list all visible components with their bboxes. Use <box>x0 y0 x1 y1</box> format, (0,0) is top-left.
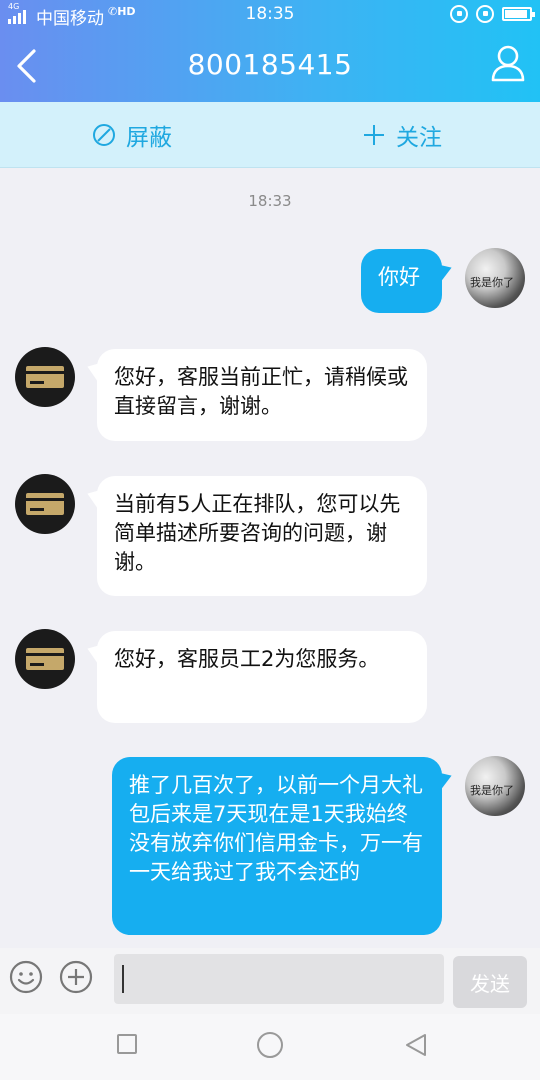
alarm-icon <box>476 5 494 23</box>
avatar-caption: 我是你了 <box>470 276 514 289</box>
rotation-lock-icon <box>450 5 468 23</box>
message-text: 你好 <box>378 265 420 289</box>
user-avatar[interactable]: 我是你了 <box>465 248 525 308</box>
chat-header: 800185415 <box>0 30 540 102</box>
message-text: 您好，客服当前正忙，请稍候或直接留言，谢谢。 <box>114 365 408 418</box>
nav-back-icon[interactable] <box>403 1032 429 1058</box>
service-avatar[interactable] <box>15 474 75 534</box>
block-label: 屏蔽 <box>126 125 172 151</box>
message-text: 您好，客服员工2为您服务。 <box>114 647 380 671</box>
block-icon <box>93 124 115 146</box>
page-title: 800185415 <box>187 48 353 81</box>
add-attachment-icon[interactable] <box>59 960 93 994</box>
home-icon[interactable] <box>257 1032 283 1058</box>
profile-icon[interactable] <box>490 44 526 82</box>
message-input[interactable] <box>114 954 444 1004</box>
card-icon <box>26 493 64 515</box>
input-bar: 发送 <box>0 948 540 1014</box>
chat-timestamp: 18:33 <box>248 192 292 210</box>
service-avatar[interactable] <box>15 347 75 407</box>
plus-icon <box>364 125 384 145</box>
battery-icon <box>502 7 535 21</box>
card-icon <box>26 366 64 388</box>
message-bubble-incoming[interactable]: 您好，客服当前正忙，请稍候或直接留言，谢谢。 <box>97 349 427 441</box>
card-icon <box>26 648 64 670</box>
system-nav-bar <box>0 1014 540 1080</box>
avatar-caption: 我是你了 <box>470 784 514 797</box>
block-button[interactable]: 屏蔽 <box>92 102 172 168</box>
text-cursor <box>122 965 124 993</box>
recents-icon[interactable] <box>117 1034 137 1054</box>
message-bubble-outgoing[interactable]: 推了几百次了，以前一个月大礼包后来是7天现在是1天我始终没有放弃你们信用金卡，万… <box>112 757 442 935</box>
follow-label: 关注 <box>396 125 442 151</box>
user-avatar[interactable]: 我是你了 <box>465 756 525 816</box>
send-button[interactable]: 发送 <box>453 956 527 1008</box>
follow-button[interactable]: 关注 <box>362 102 442 168</box>
message-bubble-incoming[interactable]: 您好，客服员工2为您服务。 <box>97 631 427 723</box>
service-avatar[interactable] <box>15 629 75 689</box>
message-bubble-outgoing[interactable]: 你好 <box>361 249 442 313</box>
action-bar: 屏蔽 关注 <box>0 102 540 168</box>
message-text: 推了几百次了，以前一个月大礼包后来是7天现在是1天我始终没有放弃你们信用金卡，万… <box>129 773 423 884</box>
message-text: 当前有5人正在排队，您可以先简单描述所要咨询的问题，谢谢。 <box>114 492 401 574</box>
status-bar: 4G 中国移动 ✆HD 18:35 <box>0 0 540 30</box>
message-bubble-incoming[interactable]: 当前有5人正在排队，您可以先简单描述所要咨询的问题，谢谢。 <box>97 476 427 596</box>
emoji-icon[interactable] <box>9 960 43 994</box>
